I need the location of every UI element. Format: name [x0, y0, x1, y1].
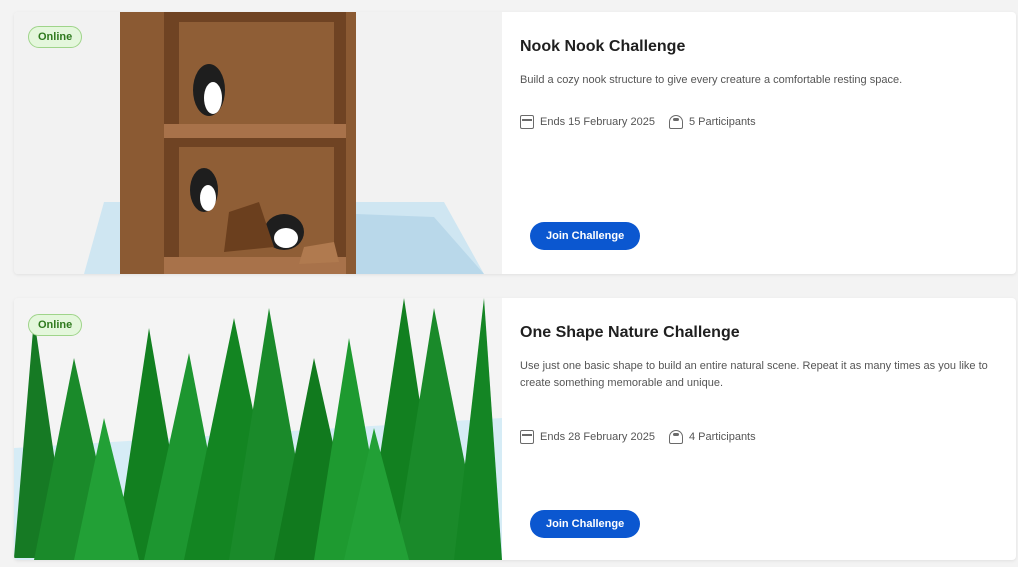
- challenge-date: Ends 28 February 2025: [540, 431, 655, 443]
- challenge-card-2[interactable]: Online One Shape Nature Challenge Use ju…: [14, 298, 1016, 560]
- status-badge: Online: [28, 26, 83, 48]
- status-badge: Online: [28, 314, 83, 336]
- challenge-card-1[interactable]: Online Nook Nook Challenge Build a cozy …: [14, 12, 1016, 274]
- forest-scene-image: [14, 298, 502, 560]
- challenge-title[interactable]: Nook Nook Challenge: [520, 38, 685, 56]
- challenge-info-2: One Shape Nature Challenge Use just one …: [520, 298, 1000, 560]
- calendar-icon: [520, 430, 534, 444]
- challenge-meta: Ends 15 February 2025 5 Participants: [520, 115, 756, 129]
- challenge-participants: 5 Participants: [688, 116, 756, 128]
- people-icon: [668, 430, 683, 444]
- challenge-description: Build a cozy nook structure to give ever…: [520, 74, 903, 86]
- challenge-date: Ends 15 February 2025: [540, 116, 655, 128]
- challenge-meta: Ends 28 February 2025 4 Participants: [520, 430, 756, 444]
- join-challenge-button[interactable]: Join Challenge: [530, 510, 641, 538]
- challenge-participants: 4 Participants: [688, 431, 756, 443]
- nook-scene-image: [14, 12, 502, 274]
- join-challenge-button[interactable]: Join Challenge: [530, 222, 641, 250]
- challenge-info-1: Nook Nook Challenge Build a cozy nook st…: [520, 12, 1000, 274]
- challenge-thumbnail-2[interactable]: Online: [14, 298, 502, 560]
- calendar-icon: [520, 115, 534, 129]
- challenge-description: Use just one basic shape to build an ent…: [520, 360, 988, 389]
- challenge-title[interactable]: One Shape Nature Challenge: [520, 324, 740, 342]
- people-icon: [668, 115, 683, 129]
- challenge-thumbnail-1[interactable]: Online: [14, 12, 502, 274]
